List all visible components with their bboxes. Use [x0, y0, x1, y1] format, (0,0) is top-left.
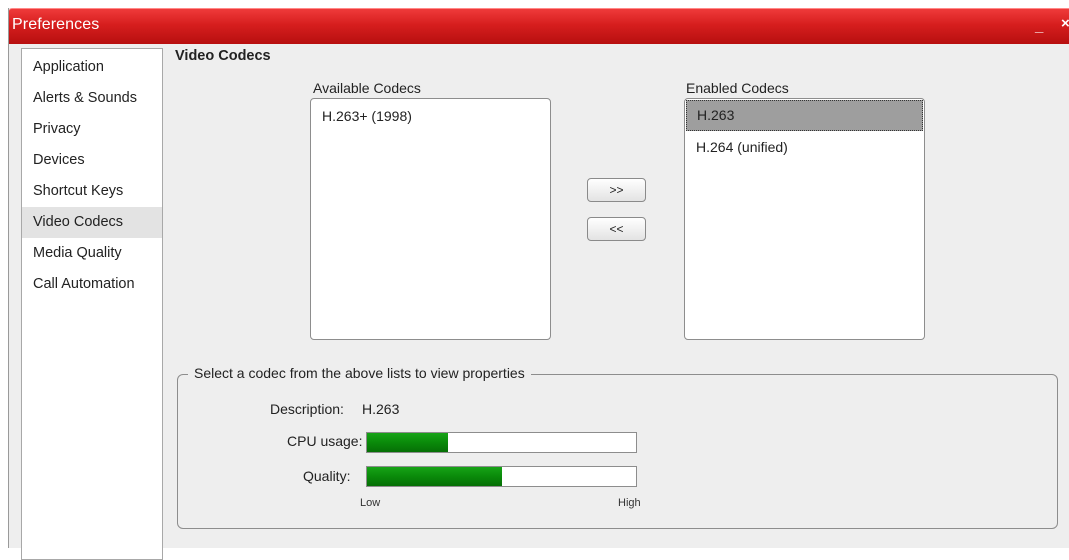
properties-legend: Select a codec from the above lists to v…	[188, 365, 531, 381]
page-title: Video Codecs	[175, 48, 271, 64]
nav-item-devices[interactable]: Devices	[22, 145, 162, 176]
available-codecs-label: Available Codecs	[313, 80, 421, 96]
description-label: Description:	[270, 401, 344, 417]
nav-item-call-automation[interactable]: Call Automation	[22, 269, 162, 300]
nav-item-alerts-sounds[interactable]: Alerts & Sounds	[22, 83, 162, 114]
preferences-nav: Application Alerts & Sounds Privacy Devi…	[21, 48, 163, 560]
available-codecs-list[interactable]: H.263+ (1998)	[310, 98, 551, 340]
cpu-usage-meter-fill	[367, 433, 448, 452]
enabled-codec-item[interactable]: H.264 (unified)	[685, 132, 924, 163]
cpu-usage-label: CPU usage:	[287, 433, 363, 449]
nav-item-application[interactable]: Application	[22, 52, 162, 83]
nav-item-video-codecs[interactable]: Video Codecs	[22, 207, 162, 238]
scale-low-label: Low	[360, 497, 381, 509]
quality-label: Quality:	[303, 468, 351, 484]
enabled-codecs-list[interactable]: H.263 H.264 (unified)	[684, 98, 925, 340]
add-codec-button[interactable]: >>	[587, 178, 646, 202]
preferences-window: Preferences _ × Application Alerts & Sou…	[8, 8, 1069, 560]
cpu-usage-meter	[366, 432, 637, 453]
nav-item-shortcut-keys[interactable]: Shortcut Keys	[22, 176, 162, 207]
available-codec-item[interactable]: H.263+ (1998)	[311, 101, 550, 132]
enabled-codec-item-selected[interactable]: H.263	[686, 100, 923, 131]
remove-codec-button[interactable]: <<	[587, 217, 646, 241]
scale-high-label: High	[618, 497, 641, 509]
quality-meter-fill	[367, 467, 502, 486]
minimize-button[interactable]: _	[1035, 18, 1043, 35]
nav-item-privacy[interactable]: Privacy	[22, 114, 162, 145]
close-button[interactable]: ×	[1061, 15, 1069, 32]
codec-properties-group: Select a codec from the above lists to v…	[177, 365, 1058, 529]
enabled-codecs-label: Enabled Codecs	[686, 80, 789, 96]
quality-meter	[366, 466, 637, 487]
title-bar[interactable]: Preferences _ ×	[9, 8, 1069, 44]
description-value: H.263	[362, 401, 400, 417]
nav-item-media-quality[interactable]: Media Quality	[22, 238, 162, 269]
window-title: Preferences	[12, 16, 100, 33]
